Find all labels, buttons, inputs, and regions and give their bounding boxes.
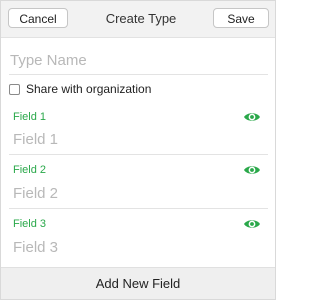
save-button[interactable]: Save: [213, 8, 269, 28]
type-name-input[interactable]: [10, 48, 268, 72]
divider: [9, 154, 268, 155]
eye-icon[interactable]: [243, 111, 261, 123]
cancel-button[interactable]: Cancel: [8, 8, 68, 28]
toolbar: Cancel Create Type Save: [1, 1, 275, 38]
eye-icon[interactable]: [243, 218, 261, 230]
add-new-field-button[interactable]: Add New Field: [1, 267, 275, 299]
dialog-title: Create Type: [105, 11, 177, 26]
checkbox-box[interactable]: [9, 83, 20, 95]
field-2-input[interactable]: [13, 182, 253, 204]
share-with-organization-checkbox[interactable]: Share with organization: [9, 81, 151, 97]
share-label: Share with organization: [26, 82, 152, 96]
field-3-label: Field 3: [13, 218, 47, 230]
field-1-label: Field 1: [13, 111, 47, 123]
field-3-input[interactable]: [13, 236, 253, 258]
create-type-dialog: Cancel Create Type Save Share with organ…: [0, 0, 276, 300]
divider: [9, 208, 268, 209]
divider: [9, 74, 268, 75]
field-1-input[interactable]: [13, 128, 253, 150]
eye-icon[interactable]: [243, 164, 261, 176]
field-2-label: Field 2: [13, 164, 47, 176]
